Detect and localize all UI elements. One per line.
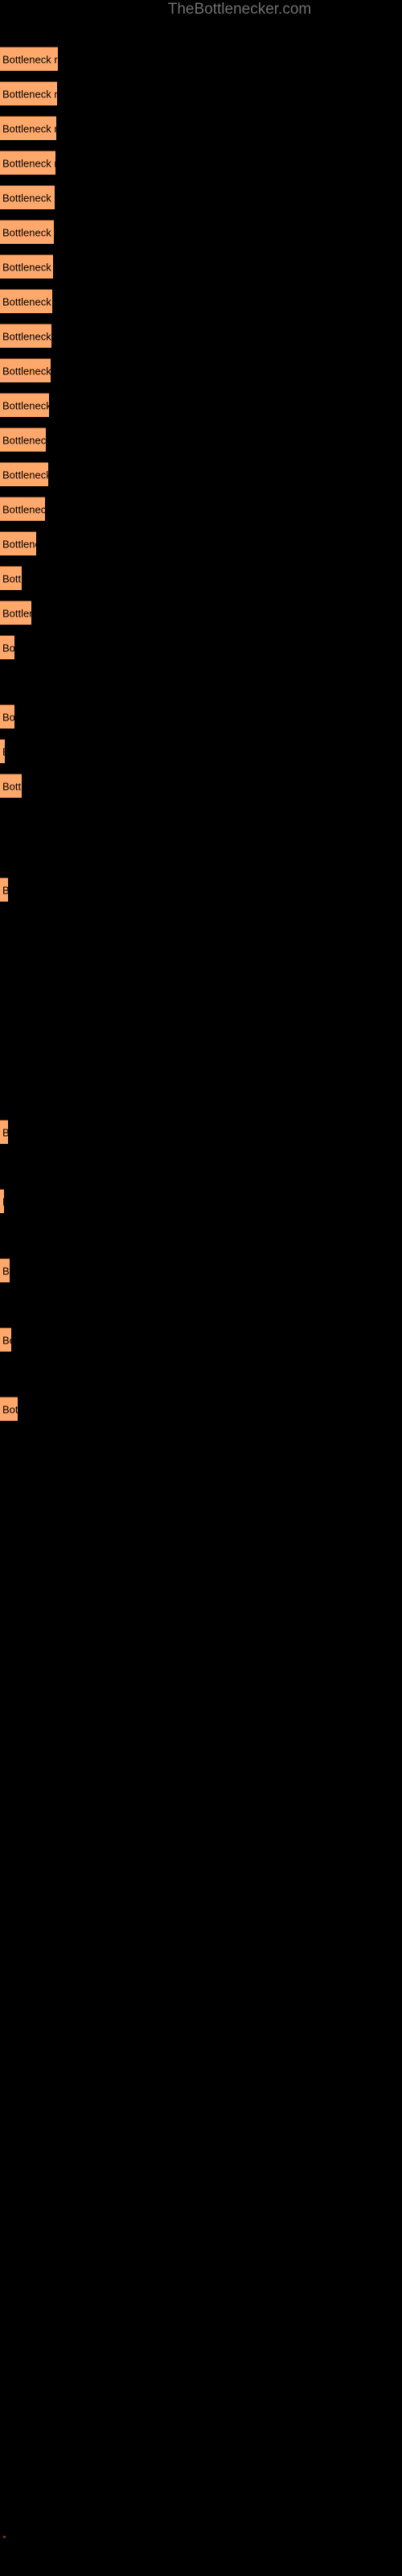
bar: Bottleneck result [0, 1120, 8, 1144]
bar: Bottleneck result [0, 704, 14, 729]
axis-tick [3, 2536, 6, 2538]
bar-label: Bottleneck result [2, 434, 46, 446]
bar-label: Bottleneck result [2, 538, 36, 550]
bar-label: Bottleneck result [2, 53, 58, 65]
bar: Bottleneck result [0, 1397, 18, 1421]
bar: Bottleneck result [0, 635, 14, 659]
bar: Bottleneck result [0, 151, 55, 175]
bar-label: Bottleneck result [2, 745, 5, 758]
bar-label: Bottleneck result [2, 469, 48, 481]
bar: Bottleneck result [0, 1189, 4, 1213]
bar: Bottleneck result [0, 531, 36, 555]
bar-label: Bottleneck result [2, 1126, 8, 1138]
bar: Bottleneck result [0, 1327, 11, 1352]
bar-label: Bottleneck result [2, 642, 14, 654]
bar: Bottleneck result [0, 566, 22, 590]
bar-label: Bottleneck result [2, 261, 53, 273]
bottleneck-bar-chart: TheBottlenecker.com Bottleneck resultBot… [0, 0, 402, 2576]
bar-label: Bottleneck result [2, 780, 22, 792]
bar: Bottleneck result [0, 877, 8, 902]
bar-label: Bottleneck result [2, 226, 54, 238]
bar: Bottleneck result [0, 289, 52, 313]
plot-area: Bottleneck result Bottleneck result Bottle… [0, 0, 402, 2576]
bar: Bottleneck result [0, 358, 51, 382]
bar: Bottleneck result [0, 220, 54, 244]
bar: Bottleneck result [0, 254, 53, 279]
bar-label: Bottleneck result [2, 365, 51, 377]
bar-label: Bottleneck result [2, 884, 8, 896]
bar-label: Bottleneck result [2, 157, 55, 169]
bar: Bottleneck result [0, 116, 56, 140]
bar: Bottleneck result [0, 601, 31, 625]
bar-label: Bottleneck result [2, 1265, 10, 1277]
bar-label: Bottleneck result [2, 192, 55, 204]
bar: Bottleneck result [0, 427, 46, 452]
bar: Bottleneck result [0, 393, 49, 417]
bar-label: Bottleneck result [2, 572, 22, 584]
bar-label: Bottleneck result [2, 295, 52, 308]
bar: Bottleneck result [0, 185, 55, 209]
bar-label: Bottleneck result [2, 330, 51, 342]
bar: Bottleneck result [0, 1258, 10, 1282]
bar: Bottleneck result [0, 324, 51, 348]
bar-label: Bottleneck result [2, 122, 56, 134]
bar-label: Bottleneck result [2, 1334, 11, 1346]
bar: Bottleneck result [0, 739, 5, 763]
bar-label: Bottleneck result [2, 607, 31, 619]
bar-label: Bottleneck result [2, 711, 14, 723]
bar-label: Bottleneck result [2, 1403, 18, 1415]
bar: Bottleneck result [0, 47, 58, 71]
bar-label: Bottleneck result [2, 503, 45, 515]
bar-label: Bottleneck result [2, 88, 57, 100]
bar: Bottleneck result [0, 497, 45, 521]
bar: Bottleneck result [0, 774, 22, 798]
bar: Bottleneck result [0, 81, 57, 105]
bar: Bottleneck result [0, 462, 48, 486]
bar-label: Bottleneck result [2, 399, 49, 411]
bar-label: Bottleneck result [2, 1195, 4, 1208]
